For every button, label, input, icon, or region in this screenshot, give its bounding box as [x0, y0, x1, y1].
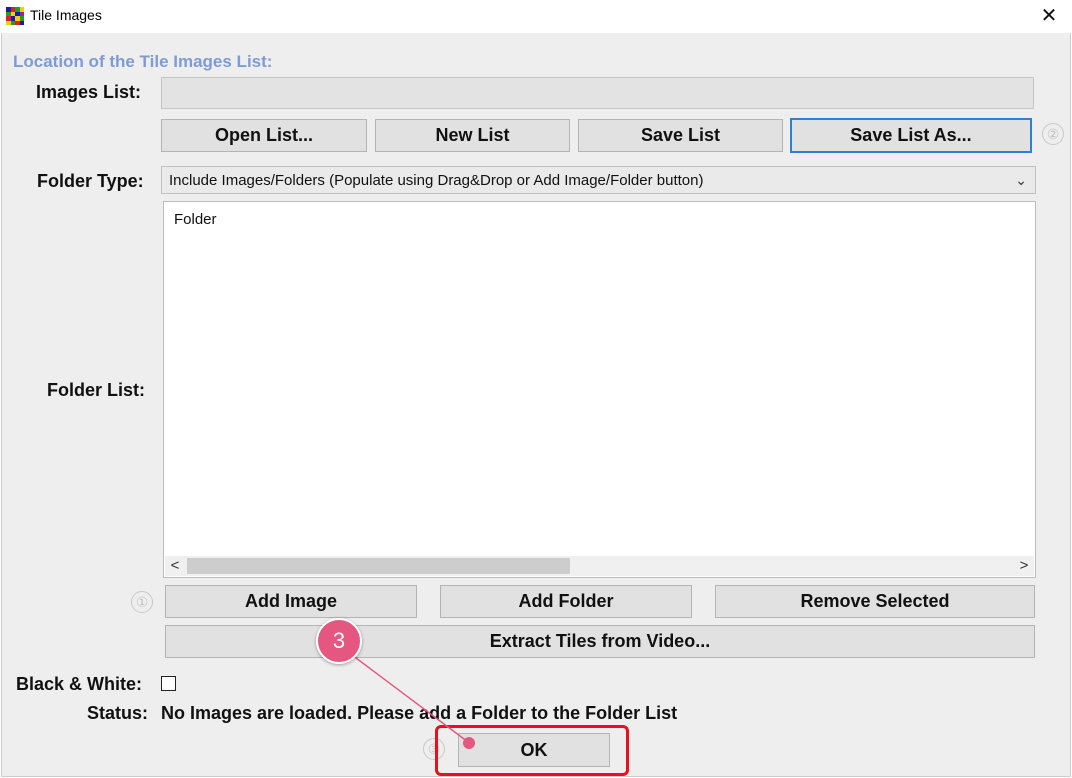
horizontal-scrollbar[interactable]: < >	[165, 556, 1034, 576]
hint-2-icon: ②	[1042, 123, 1064, 145]
callout-pointer-dot	[463, 737, 475, 749]
folder-type-value: Include Images/Folders (Populate using D…	[169, 172, 704, 189]
window-title: Tile Images	[30, 7, 102, 23]
images-list-label: Images List:	[36, 82, 142, 102]
images-list-field[interactable]	[161, 77, 1034, 109]
scroll-right-icon[interactable]: >	[1014, 556, 1034, 576]
remove-selected-button[interactable]: Remove Selected	[715, 585, 1035, 618]
open-list-button[interactable]: Open List...	[161, 119, 367, 152]
black-white-checkbox[interactable]	[161, 676, 176, 691]
add-image-button[interactable]: Add Image	[165, 585, 417, 618]
close-button[interactable]: ✕	[1026, 0, 1072, 32]
scrollbar-thumb[interactable]	[187, 558, 570, 574]
hint-1-icon: ①	[131, 591, 153, 613]
add-folder-button[interactable]: Add Folder	[440, 585, 692, 618]
folder-type-label: Folder Type:	[37, 171, 144, 191]
scroll-left-icon[interactable]: <	[165, 556, 185, 576]
status-text: No Images are loaded. Please add a Folde…	[161, 703, 678, 723]
list-item[interactable]: Folder	[174, 211, 217, 228]
folder-type-select[interactable]: Include Images/Folders (Populate using D…	[161, 166, 1036, 194]
folder-list-label: Folder List:	[47, 380, 145, 400]
extract-tiles-button[interactable]: Extract Tiles from Video...	[165, 625, 1035, 658]
chevron-down-icon: ⌄	[1015, 172, 1027, 188]
new-list-button[interactable]: New List	[375, 119, 570, 152]
section-heading: Location of the Tile Images List:	[13, 52, 273, 71]
callout-step-badge: 3	[316, 618, 362, 664]
black-white-label: Black & White:	[16, 674, 143, 694]
folder-list[interactable]: Folder < >	[163, 201, 1036, 578]
save-list-button[interactable]: Save List	[578, 119, 783, 152]
ok-highlight-box	[435, 725, 629, 776]
app-icon	[6, 7, 24, 25]
save-list-as-button[interactable]: Save List As...	[790, 118, 1032, 153]
title-bar: Tile Images ✕	[0, 0, 1072, 32]
close-icon: ✕	[1040, 5, 1058, 27]
status-label: Status:	[87, 703, 149, 723]
